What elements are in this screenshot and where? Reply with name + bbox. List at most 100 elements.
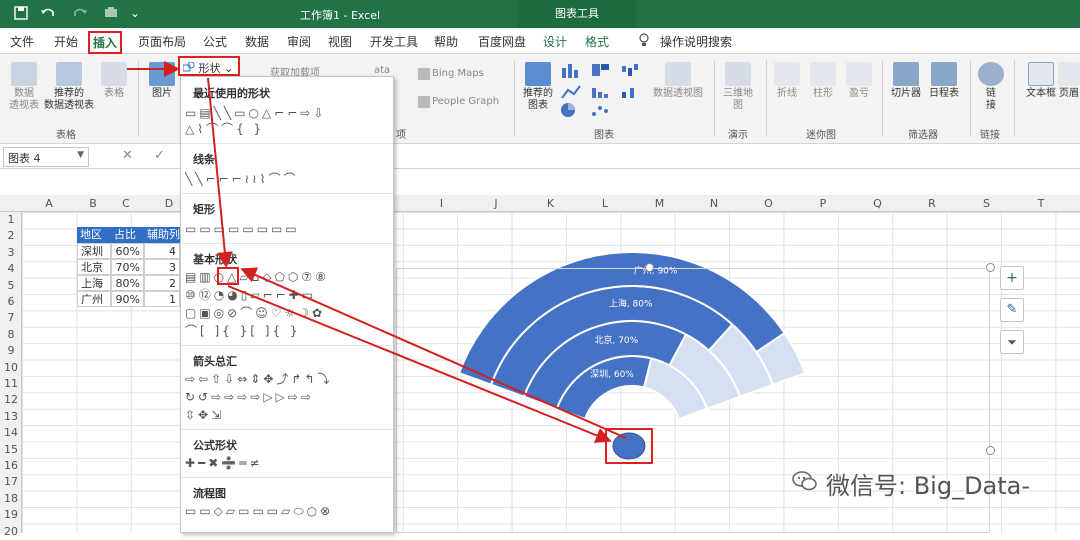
pivot-table-button[interactable]: 数据 透视表 (6, 62, 42, 112)
shapes-button[interactable]: 形状 ⌄ (178, 56, 240, 76)
row-header-13[interactable]: 13 (0, 409, 22, 425)
table-cell-share[interactable]: 80% (111, 275, 144, 291)
column-chart-icon[interactable] (560, 62, 582, 82)
chart-styles-button[interactable]: ✎ (1000, 298, 1024, 322)
tab-insert[interactable]: 插入 (88, 31, 123, 54)
chart-elements-button[interactable]: + (1000, 266, 1024, 290)
row-header-11[interactable]: 11 (0, 376, 22, 392)
scatter-chart-icon[interactable] (590, 102, 612, 122)
column-header-A[interactable]: A (22, 197, 76, 210)
column-header-T[interactable]: T (1014, 197, 1068, 210)
line-chart-icon[interactable] (560, 84, 582, 104)
row-header-16[interactable]: 16 (0, 458, 22, 474)
table-cell-aux[interactable]: 3 (144, 259, 180, 275)
recommended-charts-button[interactable]: 推荐的 图表 (520, 62, 556, 112)
textbox-button[interactable]: 文本框 (1022, 62, 1060, 100)
chart-filters-button[interactable]: ⏷ (1000, 330, 1024, 354)
shape-row-arrows-3[interactable]: ⇳✥⇲ (185, 407, 391, 423)
row-header-3[interactable]: 3 (0, 245, 22, 261)
sparkline-column-button[interactable]: 柱形 (808, 62, 838, 100)
3d-map-button[interactable]: 三维地 图 (720, 62, 756, 112)
row-header-1[interactable]: 1 (0, 212, 22, 228)
table-header-cell[interactable]: 辅助列 (144, 227, 180, 243)
combo-chart-icon[interactable] (620, 84, 642, 104)
tab-review[interactable]: 审阅 (287, 33, 311, 50)
column-header-M[interactable]: M (632, 197, 687, 210)
shape-row-equation[interactable]: ✚━✖➗═≠ (185, 455, 391, 471)
picture-button[interactable]: 图片 (148, 62, 176, 100)
save-icon[interactable] (14, 6, 28, 22)
timeline-button[interactable]: 日程表 (926, 62, 962, 100)
table-cell-aux[interactable]: 4 (144, 243, 180, 259)
tab-design[interactable]: 设计 (543, 33, 567, 50)
column-header-P[interactable]: P (796, 197, 850, 210)
row-header-10[interactable]: 10 (0, 360, 22, 376)
shape-row-basic-3[interactable]: ▢▣◎⊘⌒☺♡☼☽✿ (185, 305, 391, 321)
column-header-R[interactable]: R (905, 197, 959, 210)
shape-row-basic-1[interactable]: ▤▥○△▱⌂◇⬠⬡⑦⑧ (185, 269, 391, 285)
table-cell-region[interactable]: 上海 (77, 275, 111, 291)
resize-handle-top-right[interactable] (986, 263, 995, 272)
table-cell-aux[interactable]: 1 (144, 291, 180, 307)
table-button[interactable]: 表格 (100, 62, 128, 100)
table-cell-aux[interactable]: 2 (144, 275, 180, 291)
table-cell-share[interactable]: 90% (111, 291, 144, 307)
column-header-Q[interactable]: Q (850, 197, 905, 210)
row-header-7[interactable]: 7 (0, 310, 22, 326)
row-header-18[interactable]: 18 (0, 491, 22, 507)
table-cell-region[interactable]: 广州 (77, 291, 111, 307)
tab-home[interactable]: 开始 (54, 33, 78, 50)
shape-row-flowchart[interactable]: ▭▭◇▱▭▭▭▱⬭○⊗ (185, 503, 391, 519)
tab-developer[interactable]: 开发工具 (370, 33, 418, 50)
shape-row-rectangles[interactable]: ▭▭▭▭▭▭▭▭ (185, 221, 391, 237)
column-header-S[interactable]: S (959, 197, 1014, 210)
row-header-9[interactable]: 9 (0, 343, 22, 359)
statistic-chart-icon[interactable] (590, 84, 612, 104)
link-button[interactable]: 链 接 (976, 62, 1006, 112)
bing-maps-button[interactable]: Bing Maps (432, 68, 484, 80)
shape-row-lines[interactable]: ╲╲⌐⌐⌐≀≀⌇⌒⌒ (185, 171, 391, 187)
tab-baidu-netdisk[interactable]: 百度网盘 (478, 33, 526, 50)
row-header-20[interactable]: 20 (0, 524, 22, 540)
tab-file[interactable]: 文件 (10, 33, 34, 50)
row-header-6[interactable]: 6 (0, 294, 22, 310)
redo-icon[interactable] (72, 6, 88, 22)
pivot-chart-button[interactable]: 数据透视图 (650, 62, 706, 100)
tab-help[interactable]: 帮助 (434, 33, 458, 50)
shape-row-recent-2[interactable]: △⌇⌒⌒{ } (185, 121, 391, 137)
tell-me-search[interactable]: 操作说明搜索 (660, 33, 732, 50)
tab-page-layout[interactable]: 页面布局 (138, 33, 186, 50)
tab-data[interactable]: 数据 (245, 33, 269, 50)
sparkline-line-button[interactable]: 折线 (772, 62, 802, 100)
shape-row-basic-4[interactable]: ⌒[ ]{ }[ ]{ } (185, 323, 391, 339)
undo-icon[interactable] (40, 6, 56, 22)
table-cell-share[interactable]: 70% (111, 259, 144, 275)
column-header-J[interactable]: J (469, 197, 523, 210)
qa-more-icon[interactable]: ⌄ (130, 6, 140, 22)
tab-formulas[interactable]: 公式 (203, 33, 227, 50)
people-graph-button[interactable]: People Graph (432, 96, 499, 108)
waterfall-chart-icon[interactable] (620, 62, 642, 82)
shape-row-arrows-2[interactable]: ↻↺⇨⇨⇨⇨▷▷⇨⇨ (185, 389, 391, 405)
row-header-4[interactable]: 4 (0, 261, 22, 277)
column-header-O[interactable]: O (741, 197, 796, 210)
row-header-17[interactable]: 17 (0, 474, 22, 490)
row-header-8[interactable]: 8 (0, 327, 22, 343)
column-header-C[interactable]: C (110, 197, 142, 210)
row-header-12[interactable]: 12 (0, 392, 22, 408)
camera-icon[interactable] (104, 6, 118, 22)
shape-row-arrows-1[interactable]: ⇨⇦⇧⇩⇔⇕✥⤴↱↰⤵ (185, 371, 391, 387)
column-header-N[interactable]: N (687, 197, 741, 210)
sparkline-winloss-button[interactable]: 盈亏 (844, 62, 874, 100)
tab-format[interactable]: 格式 (585, 33, 609, 50)
shape-row-basic-2[interactable]: ⑩⑫◔◕▯▱⌐⌐✚▭ (185, 287, 391, 303)
table-cell-share[interactable]: 60% (111, 243, 144, 259)
oval-shape-selected[interactable] (217, 267, 239, 285)
row-header-14[interactable]: 14 (0, 425, 22, 441)
recommended-pivot-button[interactable]: 推荐的 数据透视表 (42, 62, 96, 112)
cancel-icon[interactable]: ✕ (122, 148, 133, 163)
table-header-cell[interactable]: 地区 (77, 227, 111, 243)
column-header-I[interactable]: I (414, 197, 469, 210)
column-header-K[interactable]: K (523, 197, 578, 210)
header-footer-button[interactable]: 页眉 (1058, 62, 1080, 100)
